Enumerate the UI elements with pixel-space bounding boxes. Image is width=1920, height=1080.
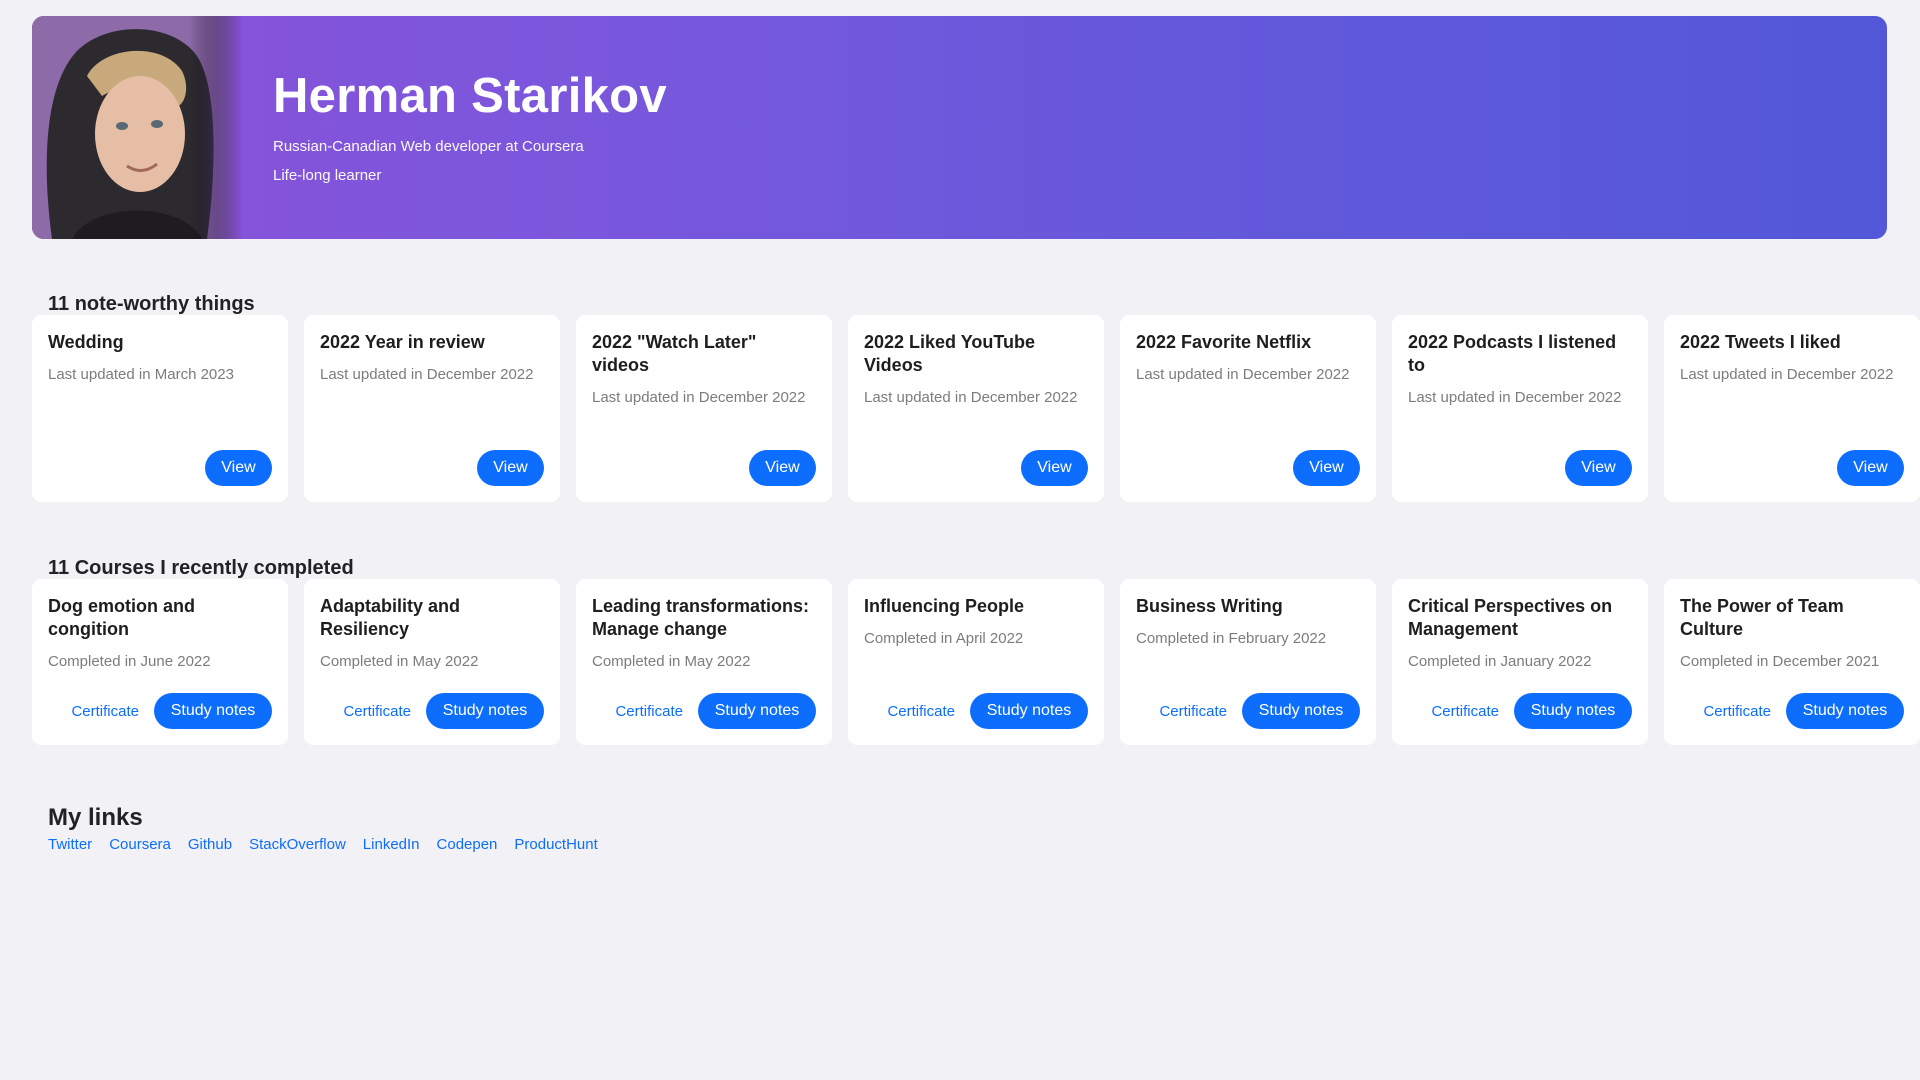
- note-title: 2022 Tweets I liked: [1680, 332, 1841, 352]
- course-actions: Certificate Study notes: [1159, 693, 1360, 729]
- course-card: Leading transformations: Manage change C…: [576, 579, 832, 745]
- certificate-link[interactable]: Certificate: [1703, 703, 1771, 720]
- note-card: 2022 Podcasts I listened to Last updated…: [1392, 315, 1648, 502]
- note-updated: Last updated in December 2022: [592, 389, 806, 406]
- note-card: 2022 "Watch Later" videos Last updated i…: [576, 315, 832, 502]
- course-title: Critical Perspectives on Management: [1408, 596, 1613, 639]
- view-button[interactable]: View: [1565, 450, 1632, 486]
- certificate-link[interactable]: Certificate: [1159, 703, 1227, 720]
- note-title: 2022 Year in review: [320, 332, 485, 352]
- study-notes-button[interactable]: Study notes: [426, 693, 544, 729]
- note-card: Wedding Last updated in March 2023 View: [32, 315, 288, 502]
- courses-section-title: 11 Courses I recently completed: [48, 556, 354, 579]
- course-actions: Certificate Study notes: [615, 693, 816, 729]
- course-completed: Completed in May 2022: [320, 653, 479, 670]
- profile-subtitle: Russian-Canadian Web developer at Course…: [273, 137, 584, 155]
- course-title: The Power of Team Culture: [1680, 596, 1844, 639]
- note-updated: Last updated in December 2022: [1408, 389, 1622, 406]
- view-button[interactable]: View: [1021, 450, 1088, 486]
- note-title: Wedding: [48, 332, 124, 352]
- course-card: Adaptability and Resiliency Completed in…: [304, 579, 560, 745]
- link-codepen[interactable]: Codepen: [437, 836, 498, 853]
- certificate-link[interactable]: Certificate: [615, 703, 683, 720]
- course-title: Influencing People: [864, 596, 1025, 616]
- link-producthunt[interactable]: ProductHunt: [514, 836, 597, 853]
- view-button[interactable]: View: [477, 450, 544, 486]
- certificate-link[interactable]: Certificate: [1431, 703, 1499, 720]
- links-list: Twitter Coursera Github StackOverflow Li…: [48, 836, 598, 853]
- note-updated: Last updated in December 2022: [1136, 366, 1350, 383]
- study-notes-button[interactable]: Study notes: [1786, 693, 1904, 729]
- certificate-link[interactable]: Certificate: [343, 703, 411, 720]
- study-notes-button[interactable]: Study notes: [970, 693, 1088, 729]
- notes-list: Wedding Last updated in March 2023 View …: [32, 315, 1920, 502]
- hero-text: Herman Starikov Russian-Canadian Web dev…: [273, 69, 667, 190]
- note-title: 2022 Podcasts I listened to: [1408, 332, 1617, 375]
- note-card: 2022 Year in review Last updated in Dece…: [304, 315, 560, 502]
- course-title: Leading transformations: Manage change: [592, 596, 810, 639]
- note-card: 2022 Favorite Netflix Last updated in De…: [1120, 315, 1376, 502]
- note-updated: Last updated in December 2022: [320, 366, 534, 383]
- courses-list: Dog emotion and congition Completed in J…: [32, 579, 1920, 745]
- profile-name: Herman Starikov: [273, 69, 667, 123]
- page: Herman Starikov Russian-Canadian Web dev…: [0, 0, 1920, 1080]
- link-stackoverflow[interactable]: StackOverflow: [249, 836, 346, 853]
- note-updated: Last updated in December 2022: [1680, 366, 1894, 383]
- course-actions: Certificate Study notes: [887, 693, 1088, 729]
- study-notes-button[interactable]: Study notes: [698, 693, 816, 729]
- view-button[interactable]: View: [205, 450, 272, 486]
- view-button[interactable]: View: [1837, 450, 1904, 486]
- notes-section-title: 11 note-worthy things: [48, 292, 255, 315]
- course-title: Dog emotion and congition: [48, 596, 195, 639]
- course-card: Influencing People Completed in April 20…: [848, 579, 1104, 745]
- course-completed: Completed in December 2021: [1680, 653, 1880, 670]
- study-notes-button[interactable]: Study notes: [154, 693, 272, 729]
- link-twitter[interactable]: Twitter: [48, 836, 92, 853]
- certificate-link[interactable]: Certificate: [887, 703, 955, 720]
- course-card: Critical Perspectives on Management Comp…: [1392, 579, 1648, 745]
- avatar-illustration: [32, 16, 242, 239]
- view-button[interactable]: View: [749, 450, 816, 486]
- note-title: 2022 "Watch Later" videos: [592, 332, 757, 375]
- course-title: Business Writing: [1136, 596, 1283, 616]
- course-completed: Completed in January 2022: [1408, 653, 1592, 670]
- study-notes-button[interactable]: Study notes: [1242, 693, 1360, 729]
- course-completed: Completed in May 2022: [592, 653, 751, 670]
- course-actions: Certificate Study notes: [71, 693, 272, 729]
- course-card: The Power of Team Culture Completed in D…: [1664, 579, 1920, 745]
- certificate-link[interactable]: Certificate: [71, 703, 139, 720]
- course-card: Business Writing Completed in February 2…: [1120, 579, 1376, 745]
- view-button[interactable]: View: [1293, 450, 1360, 486]
- course-completed: Completed in April 2022: [864, 630, 1024, 647]
- profile-photo: [32, 16, 242, 239]
- note-title: 2022 Favorite Netflix: [1136, 332, 1312, 352]
- profile-tagline: Life-long learner: [273, 166, 382, 184]
- note-updated: Last updated in March 2023: [48, 366, 234, 383]
- study-notes-button[interactable]: Study notes: [1514, 693, 1632, 729]
- note-updated: Last updated in December 2022: [864, 389, 1078, 406]
- note-card: 2022 Tweets I liked Last updated in Dece…: [1664, 315, 1920, 502]
- course-actions: Certificate Study notes: [1431, 693, 1632, 729]
- links-section-title: My links: [48, 803, 143, 831]
- link-github[interactable]: Github: [188, 836, 232, 853]
- course-completed: Completed in February 2022: [1136, 630, 1327, 647]
- course-card: Dog emotion and congition Completed in J…: [32, 579, 288, 745]
- course-completed: Completed in June 2022: [48, 653, 211, 670]
- profile-hero: Herman Starikov Russian-Canadian Web dev…: [32, 16, 1887, 239]
- course-title: Adaptability and Resiliency: [320, 596, 461, 639]
- link-linkedin[interactable]: LinkedIn: [363, 836, 420, 853]
- course-actions: Certificate Study notes: [343, 693, 544, 729]
- note-title: 2022 Liked YouTube Videos: [864, 332, 1036, 375]
- note-card: 2022 Liked YouTube Videos Last updated i…: [848, 315, 1104, 502]
- course-actions: Certificate Study notes: [1703, 693, 1904, 729]
- link-coursera[interactable]: Coursera: [109, 836, 171, 853]
